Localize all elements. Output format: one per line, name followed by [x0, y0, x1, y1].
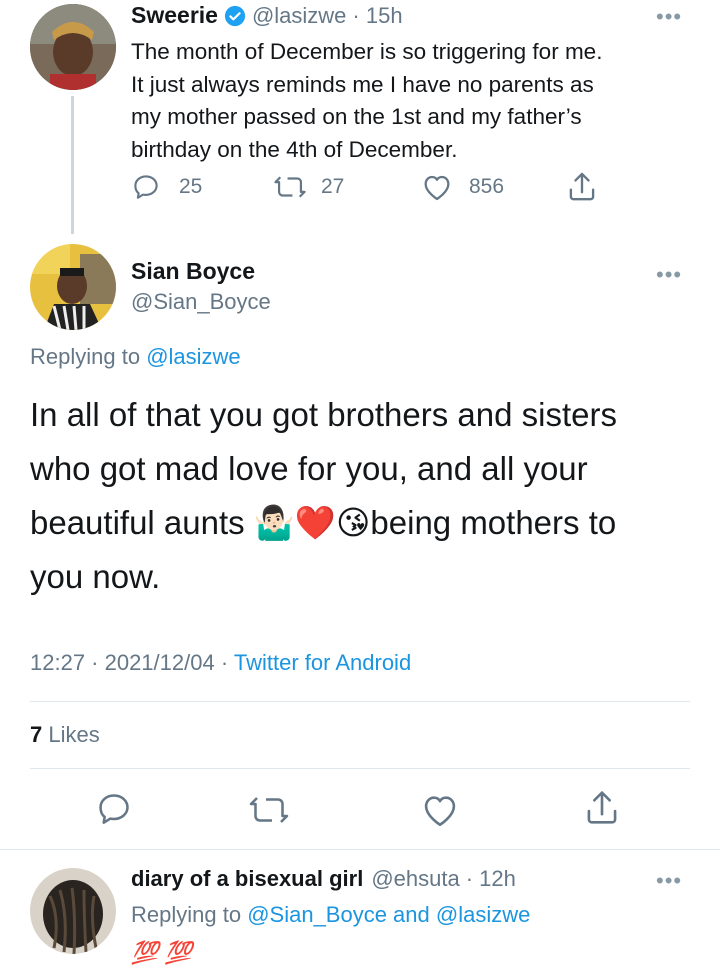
reply-icon [131, 172, 161, 202]
timestamp[interactable]: · 12h [466, 866, 516, 892]
divider [30, 701, 690, 702]
tweet-text: The month of December is so triggering f… [131, 39, 603, 162]
tweet-header: Sweerie @lasizwe · 15h [131, 2, 403, 29]
avatar-sian-boyce[interactable] [30, 244, 116, 330]
display-name[interactable]: Sweerie [131, 2, 218, 29]
likes-label: Likes [48, 722, 100, 747]
share-button[interactable] [583, 788, 621, 828]
share-button[interactable] [566, 170, 598, 204]
display-name[interactable]: Sian Boyce [131, 258, 255, 285]
replying-to: Replying to @lasizwe [30, 344, 241, 369]
heart-icon [421, 172, 453, 202]
likes-summary[interactable]: 7 Likes [30, 722, 100, 748]
like-count: 856 [469, 175, 505, 198]
replying-to: Replying to @Sian_Boyce and @lasizwe [131, 902, 531, 927]
tweet-header: diary of a bisexual girl @ehsuta · 12h [131, 866, 516, 892]
tweet-timestamp[interactable]: 12:27 · 2021/12/04 · [30, 650, 234, 675]
avatar-ehsuta[interactable] [30, 868, 116, 954]
share-icon [583, 788, 621, 828]
tweet-text: 💯 💯 [131, 940, 192, 965]
divider [30, 768, 690, 769]
replying-to-handle[interactable]: @lasizwe [146, 344, 240, 369]
handle[interactable]: @lasizwe [252, 3, 346, 29]
more-dots-icon[interactable]: ••• [656, 264, 682, 286]
handle[interactable]: @ehsuta [371, 866, 459, 892]
heart-icon [420, 792, 460, 828]
tweet-meta: 12:27 · 2021/12/04 · Twitter for Android [30, 650, 411, 676]
thread-line [71, 96, 74, 234]
retweet-icon [248, 792, 290, 828]
display-name[interactable]: diary of a bisexual girl [131, 866, 363, 892]
share-icon [566, 170, 598, 204]
like-button[interactable]: 856 [421, 172, 504, 202]
tweet-source[interactable]: Twitter for Android [234, 650, 411, 675]
more-dots-icon[interactable]: ••• [656, 6, 682, 28]
likes-count: 7 [30, 722, 43, 747]
verified-badge-icon [224, 5, 246, 27]
tweet-text: In all of that you got brothers and sist… [30, 396, 617, 595]
handle[interactable]: @Sian_Boyce [131, 289, 271, 315]
reply-count: 25 [179, 175, 203, 198]
retweet-button[interactable]: 27 [273, 172, 344, 202]
timestamp[interactable]: · 15h [352, 3, 402, 29]
more-dots-icon[interactable]: ••• [656, 870, 682, 892]
reply-icon [95, 790, 133, 828]
reply-button[interactable]: 25 [131, 172, 202, 202]
divider [0, 849, 720, 850]
replying-to-handles[interactable]: @Sian_Boyce and @lasizwe [247, 902, 530, 927]
avatar-sweerie[interactable] [30, 4, 116, 90]
like-button[interactable] [420, 792, 460, 828]
retweet-button[interactable] [248, 792, 290, 828]
retweet-icon [273, 172, 307, 202]
reply-button[interactable] [95, 790, 133, 828]
retweet-count: 27 [321, 175, 345, 198]
